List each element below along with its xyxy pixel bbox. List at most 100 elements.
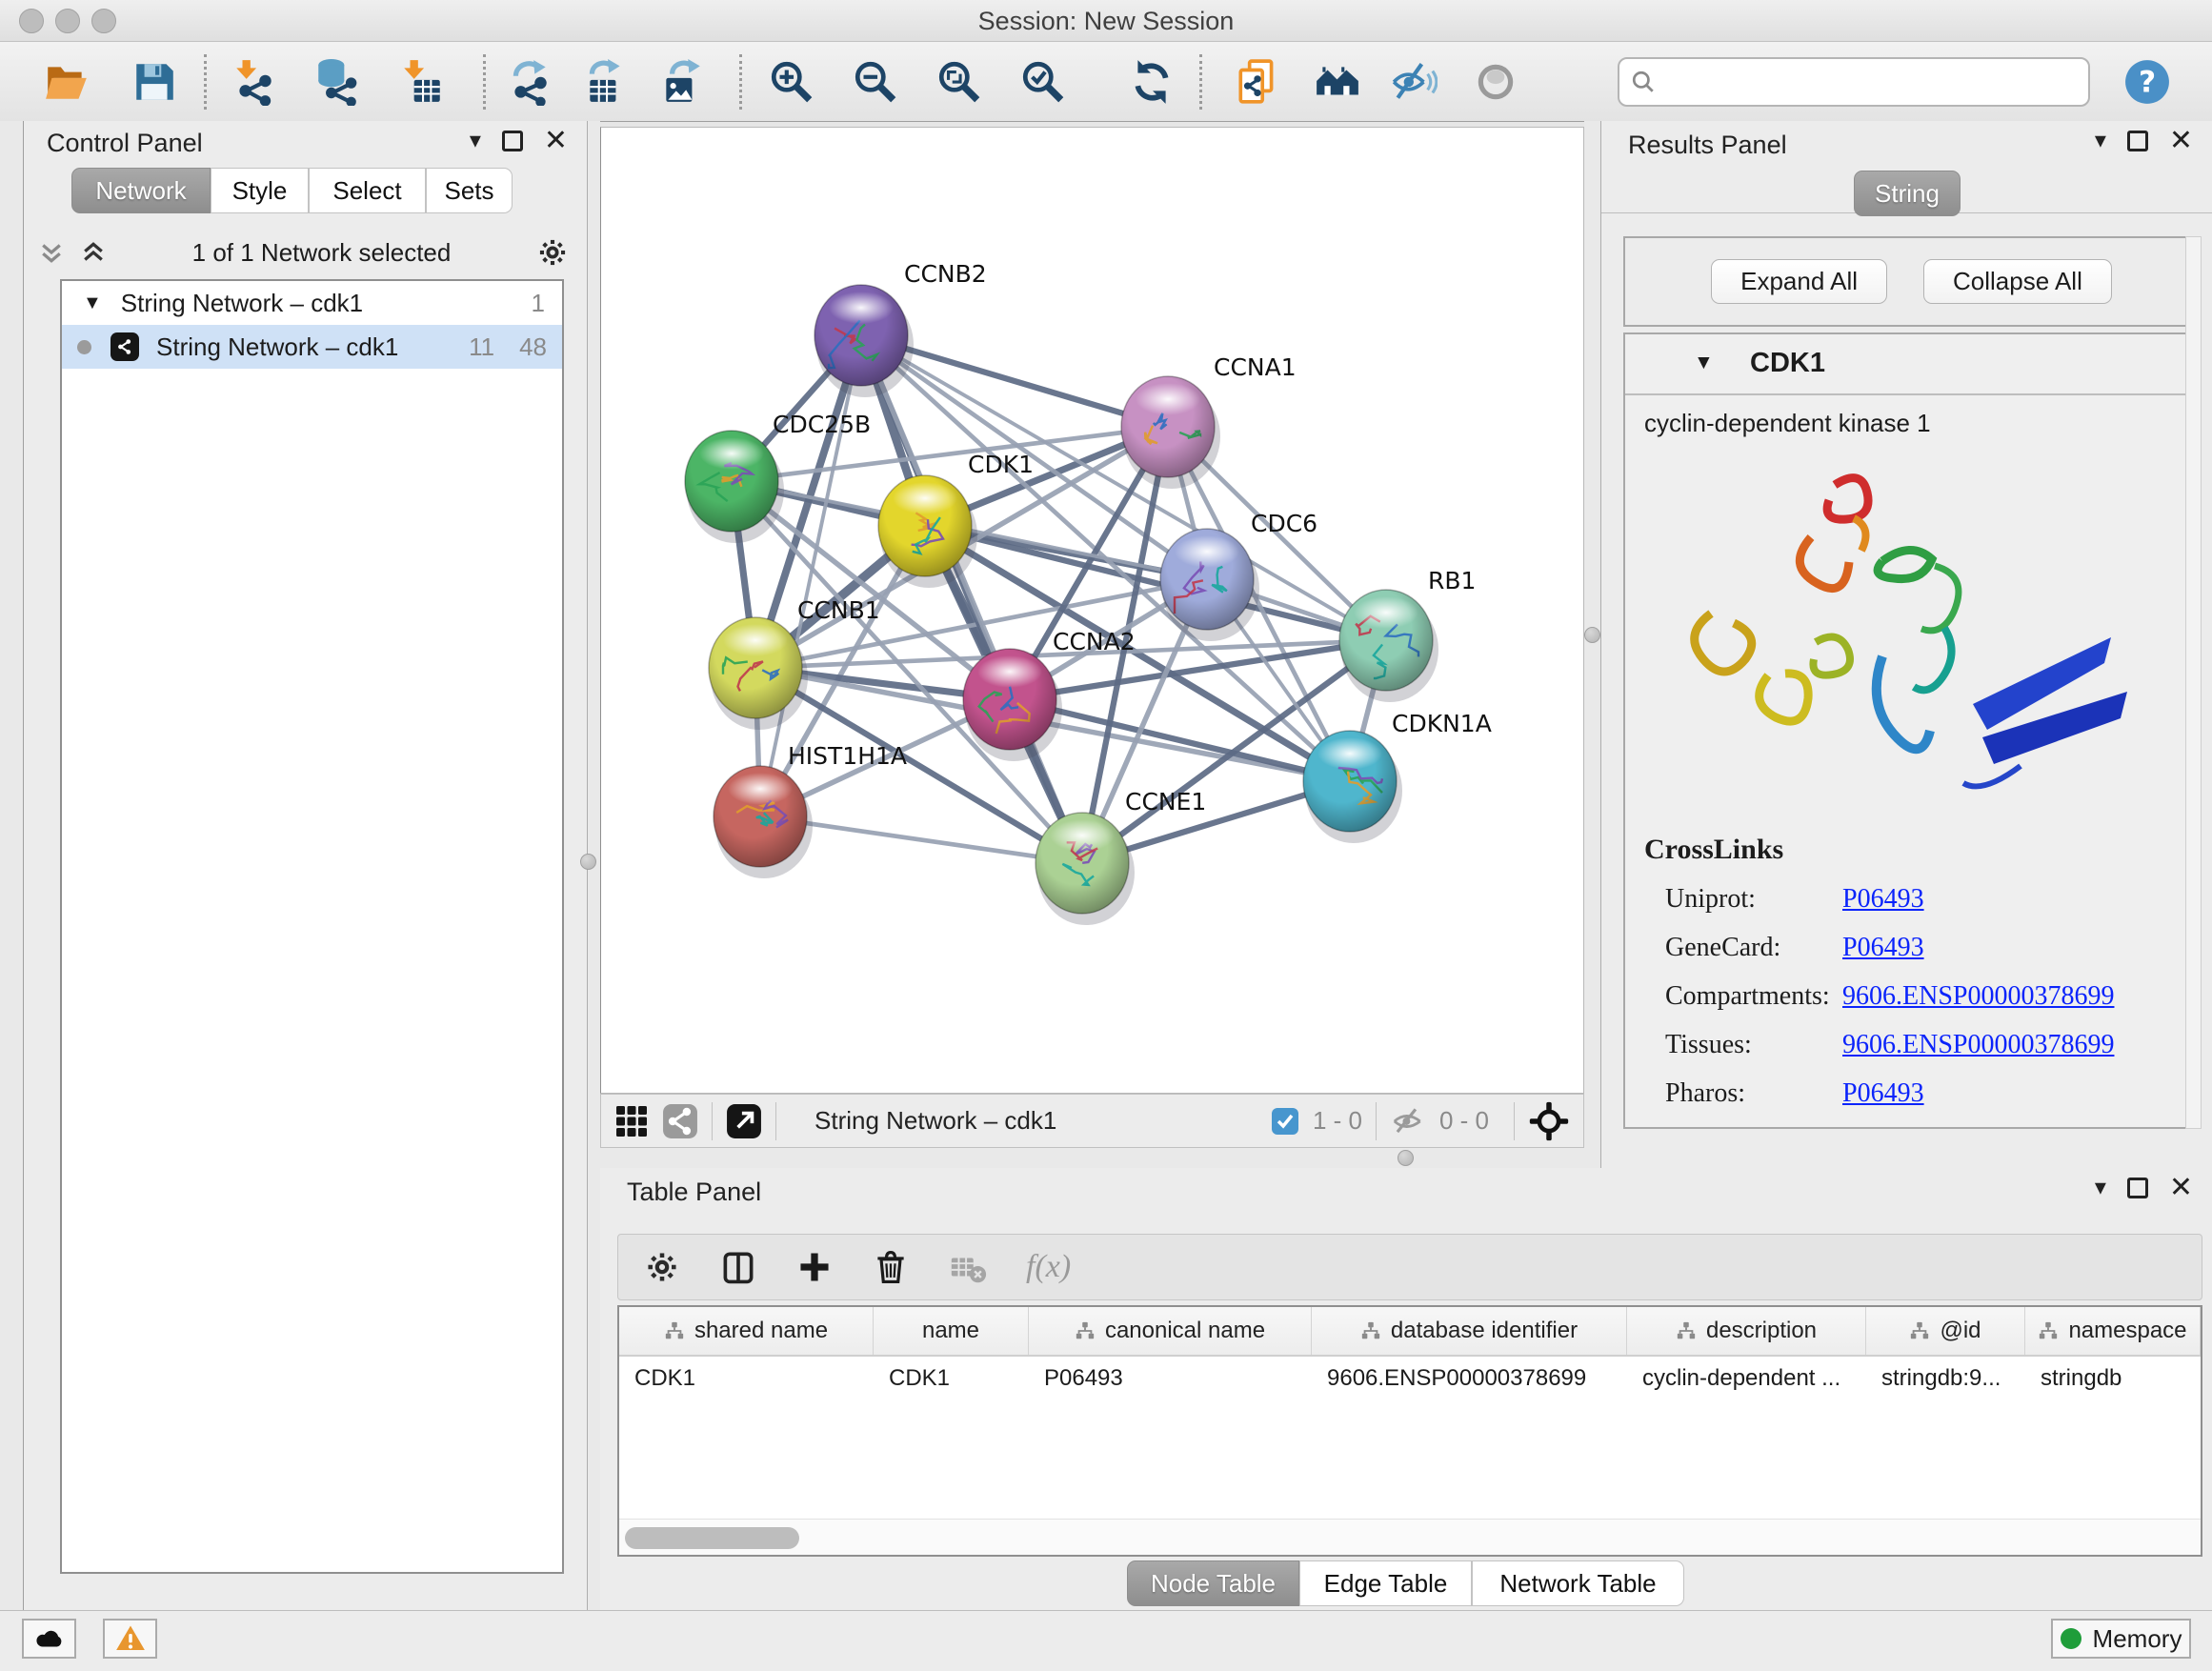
- export-table-icon[interactable]: [581, 57, 631, 107]
- collection-expander-icon[interactable]: ▼: [83, 292, 102, 314]
- results-scrollbar[interactable]: [2185, 236, 2202, 1129]
- tab-node-table[interactable]: Node Table: [1127, 1560, 1299, 1606]
- zoom-in-icon[interactable]: [767, 57, 816, 107]
- open-in-window-icon[interactable]: [726, 1103, 762, 1139]
- search-input[interactable]: [1656, 61, 2088, 103]
- right-splitter[interactable]: [1584, 121, 1600, 1168]
- help-icon[interactable]: ?: [2122, 57, 2172, 107]
- network-node[interactable]: [714, 766, 813, 878]
- network-node[interactable]: [1160, 529, 1259, 641]
- crosslink-link[interactable]: P06493: [1842, 933, 1924, 963]
- table-cell[interactable]: cyclin-dependent ...: [1627, 1365, 1866, 1392]
- tab-string[interactable]: String: [1854, 171, 1961, 216]
- table-column-header[interactable]: canonical name: [1029, 1307, 1312, 1355]
- add-column-icon[interactable]: [795, 1248, 834, 1286]
- delete-column-trash-icon[interactable]: [872, 1248, 910, 1286]
- crosslink-link[interactable]: P06493: [1842, 884, 1924, 915]
- tab-select[interactable]: Select: [309, 168, 426, 213]
- show-columns-icon[interactable]: [719, 1248, 757, 1286]
- collapsed-side-strip[interactable]: [0, 121, 24, 1610]
- network-node[interactable]: [963, 649, 1062, 761]
- network-node[interactable]: [814, 285, 914, 397]
- birdseye-view-icon[interactable]: [614, 1104, 649, 1138]
- selected-checkbox-icon[interactable]: [1271, 1107, 1299, 1136]
- bottom-splitter-handle[interactable]: [1398, 1150, 1414, 1166]
- table-column-header[interactable]: database identifier: [1312, 1307, 1627, 1355]
- collapse-all-button[interactable]: Collapse All: [1923, 259, 2112, 304]
- table-horizontal-scrollbar[interactable]: [619, 1519, 2201, 1555]
- crosslink-link[interactable]: 9606.ENSP00000378699: [1842, 1030, 2114, 1060]
- import-network-from-database-icon[interactable]: [312, 57, 361, 107]
- table-cell[interactable]: CDK1: [619, 1365, 874, 1392]
- table-column-header[interactable]: shared name: [619, 1307, 874, 1355]
- right-splitter-handle[interactable]: [1584, 627, 1600, 643]
- table-cell[interactable]: CDK1: [874, 1365, 1029, 1392]
- zoom-selected-icon[interactable]: [1018, 57, 1068, 107]
- network-node[interactable]: [1121, 376, 1220, 489]
- table-column-header[interactable]: namespace: [2025, 1307, 2201, 1355]
- table-cell[interactable]: stringdb: [2025, 1365, 2201, 1392]
- save-session-icon[interactable]: [130, 57, 179, 107]
- cloud-status-button[interactable]: [22, 1619, 76, 1659]
- table-panel-menu-icon[interactable]: ▾: [2095, 1174, 2106, 1202]
- table-cell[interactable]: P06493: [1029, 1365, 1312, 1392]
- table-row[interactable]: CDK1CDK1P064939606.ENSP00000378699cyclin…: [619, 1357, 2201, 1400]
- clone-network-icon[interactable]: [1233, 57, 1282, 107]
- tab-sets[interactable]: Sets: [426, 168, 513, 213]
- network-node[interactable]: [685, 431, 784, 543]
- control-panel-close-icon[interactable]: ✕: [544, 127, 568, 155]
- table-column-header[interactable]: name: [874, 1307, 1029, 1355]
- network-node[interactable]: [1339, 590, 1438, 702]
- results-panel-float-icon[interactable]: [2127, 131, 2148, 151]
- network-options-gear-icon[interactable]: [535, 235, 570, 270]
- control-panel-menu-icon[interactable]: ▾: [470, 127, 481, 155]
- tab-edge-table[interactable]: Edge Table: [1299, 1560, 1472, 1606]
- network-view-canvas[interactable]: CCNB2CCNA1CDC25BCDK1CDC6RB1CCNB1CCNA2CDK…: [600, 127, 1584, 1094]
- node-details-header[interactable]: ▼ CDK1: [1625, 334, 2198, 395]
- collapse-all-networks-icon[interactable]: [79, 238, 108, 267]
- table-panel-close-icon[interactable]: ✕: [2169, 1174, 2193, 1202]
- crosslink-link[interactable]: P06493: [1842, 1078, 1924, 1109]
- table-panel-float-icon[interactable]: [2127, 1178, 2148, 1198]
- expand-all-button[interactable]: Expand All: [1711, 259, 1887, 304]
- network-type-icon[interactable]: [662, 1103, 698, 1139]
- delete-table-icon[interactable]: [948, 1247, 988, 1287]
- table-scrollbar-thumb[interactable]: [625, 1527, 799, 1549]
- export-image-icon[interactable]: [657, 57, 707, 107]
- expand-all-networks-icon[interactable]: [37, 238, 66, 267]
- table-column-header[interactable]: description: [1627, 1307, 1866, 1355]
- network-collection-row[interactable]: ▼ String Network – cdk1 1: [62, 281, 562, 325]
- export-network-icon[interactable]: [505, 57, 554, 107]
- apply-function-icon[interactable]: f(x): [1026, 1249, 1071, 1285]
- search-field[interactable]: [1618, 57, 2090, 107]
- table-cell[interactable]: 9606.ENSP00000378699: [1312, 1365, 1627, 1392]
- import-table-from-file-icon[interactable]: [397, 57, 447, 107]
- zoom-out-icon[interactable]: [851, 57, 900, 107]
- crosslink-link[interactable]: 9606.ENSP00000378699: [1842, 981, 2114, 1012]
- hidden-eye-icon[interactable]: [1390, 1103, 1426, 1139]
- control-panel-float-icon[interactable]: [502, 131, 523, 151]
- network-node[interactable]: [1036, 813, 1135, 925]
- hide-selected-eye-icon[interactable]: [1389, 57, 1438, 107]
- tab-style[interactable]: Style: [211, 168, 309, 213]
- tab-network-table[interactable]: Network Table: [1472, 1560, 1684, 1606]
- tab-network[interactable]: Network: [71, 168, 211, 213]
- details-expander-icon[interactable]: ▼: [1694, 352, 1714, 374]
- pan-crosshair-icon[interactable]: [1528, 1100, 1570, 1142]
- network-node[interactable]: [1303, 731, 1402, 843]
- results-panel-close-icon[interactable]: ✕: [2169, 127, 2193, 155]
- table-options-gear-icon[interactable]: [643, 1248, 681, 1286]
- table-cell[interactable]: stringdb:9...: [1866, 1365, 2025, 1392]
- show-all-eye-icon[interactable]: [1471, 57, 1520, 107]
- network-row[interactable]: String Network – cdk1 11 48: [62, 325, 562, 369]
- zoom-fit-content-icon[interactable]: [935, 57, 984, 107]
- network-graph[interactable]: CCNB2CCNA1CDC25BCDK1CDC6RB1CCNB1CCNA2CDK…: [601, 128, 1583, 1093]
- refresh-view-icon[interactable]: [1127, 57, 1176, 107]
- memory-button[interactable]: Memory: [2051, 1619, 2191, 1659]
- results-panel-menu-icon[interactable]: ▾: [2095, 127, 2106, 155]
- network-node[interactable]: [878, 475, 977, 588]
- warnings-button[interactable]: [103, 1619, 157, 1659]
- open-session-icon[interactable]: [42, 57, 91, 107]
- import-network-from-file-icon[interactable]: [230, 57, 279, 107]
- left-splitter-handle[interactable]: [580, 854, 596, 870]
